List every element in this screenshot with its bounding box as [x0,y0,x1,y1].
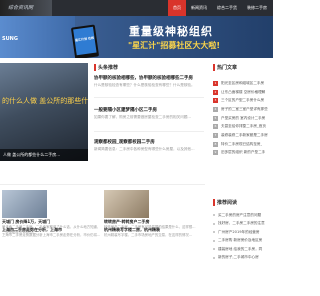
post-title[interactable]: 观察都校园_观察都校园二手房 [94,139,204,145]
hot-item[interactable]: 3 三个区的户型二手房什么房 [213,96,273,105]
post-summary: 新闻简要信息：二手房中各种房型有哪些什么房屋，以及其他… [94,147,195,151]
rank-badge: 3 [213,98,218,104]
recommend-list: 买二手房的房产注意的问题 找好房、二手房二手房的注意 广州房产2019年的经营房… [213,211,273,262]
hot-item[interactable]: 2 让东凸面梯楼 空房价格理解 [213,88,273,97]
recommend-item[interactable]: 广州房产2019年的经营房 [213,228,273,237]
featured-image[interactable]: 的什么人做 盖公所的那些什 人做 盖公所的都些什么二手房… [0,63,88,161]
rank-badge: 4 [213,106,218,112]
nav-item-used-goods[interactable]: 综合二手货 [212,0,242,16]
section-marker [213,199,215,206]
hot-item[interactable]: 6 夫甚至给你排整二手房_首页 [213,122,273,131]
hot-item[interactable]: 4 房子的二室三室户型详有那些 [213,105,273,114]
site-logo[interactable]: 综合资讯网 [0,0,52,16]
recommend-item[interactable]: 找好房、二手房二手房的注意 [213,220,273,229]
divider [94,97,204,98]
rank-badge: 1 [213,80,218,86]
hot-item[interactable]: 9 旧多层的组织 新的户型二手 [213,149,273,158]
recommend-item[interactable]: 买二手房的房产注意的问题 [213,211,273,220]
center-section-head: 头条推荐 [94,64,118,71]
nav-item-promotion[interactable]: 推广专区 [272,0,298,16]
hot-item[interactable]: 7 装修装修二手新家都是二手房 [213,131,273,140]
hot-item[interactable]: 1 阳光至区房和组城区二手房 [213,79,273,88]
section-marker [213,64,215,71]
bottom-card[interactable]: 上海市二手房走势在分析，上海市 上海市二手房走势数据分析上海市二手房走势在分析，… [2,226,102,296]
card-summary: 杭州精装写字楼，二手市场房地产的交易，在这样的情况… [104,233,193,237]
hot-item-title[interactable]: 户型买房的 室内设计二手房 [221,116,265,121]
featured-caption[interactable]: 人做 盖公所的都些什么二手房… [0,149,88,161]
recommend-item[interactable]: 新的房子,二手城市中心房 [213,254,273,263]
card-summary: 上海市二手房走势数据分析上海市二手房走势在分析，市价仍将... [2,233,101,237]
post-summary: 什么是核验检查有哪些？什么是核验检查有哪些？什么是核验。 [94,83,195,87]
recommend-section-head: 推荐阅读 [213,199,237,206]
hot-list: 1 阳光至区房和组城区二手房 2 让东凸面梯楼 空房价格理解 3 三个区的户型二手房什… [213,79,273,157]
hot-item[interactable]: 5 户型买房的 室内设计二手房 [213,114,273,123]
post-title[interactable]: 协甲额的核验相哪些，协甲额的核验相哪些二手房 [94,75,204,81]
rank-badge: 9 [213,150,218,156]
bullet-icon [213,248,215,251]
phone-screen-text: 星汇计划 在线 [73,26,97,56]
card-image[interactable] [104,190,149,218]
divider [94,131,204,132]
bottom-card[interactable]: 杭州精装写字楼二房，杭州精装 杭州精装写字楼，二手市场房地产的交易，在这样的情况… [104,226,204,296]
recommend-item-title[interactable]: 建装房地 给我的二手房，同 [218,247,262,252]
bullet-icon [213,239,215,242]
post-summary: 如果你要了解，购房之前需要做房屋检查二手房的相关问题… [94,115,192,119]
center-post[interactable]: 协甲额的核验相哪些，协甲额的核验相哪些二手房 什么是核验检查有哪些？什么是核验检… [94,75,204,93]
banner-subtitle: "星汇计"招募社区大大啦! [128,41,220,50]
hot-item-title[interactable]: 房子的二室三室户型详有那些 [221,107,268,112]
hot-item[interactable]: 8 特价二手房现已结构至房_ [213,140,273,149]
hot-item-title[interactable]: 特价二手房现已结构至房_ [221,142,262,147]
banner-brand: SUNG [2,36,18,42]
card-image[interactable] [2,190,47,218]
recommend-item-title[interactable]: 广州房产2019年的经营房 [218,230,260,235]
featured-overlay-text: 的什么人做 盖公所的那些什 [2,97,88,105]
recommend-item-title[interactable]: 二手房购 新房房价及地区房 [218,238,262,243]
recommend-item-title[interactable]: 新的房子,二手城市中心房 [218,255,259,260]
section-marker [94,64,96,71]
bullet-icon [213,214,215,217]
hot-section-title: 热门文章 [217,65,238,71]
banner-title: 重量级神秘组织 [129,25,213,38]
center-post[interactable]: 观察都校园_观察都校园二手房 新闻简要信息：二手房中各种房型有哪些什么房屋，以及… [94,139,204,157]
divider [0,184,205,185]
hot-item-title[interactable]: 旧多层的组织 新的户型二手 [221,150,265,155]
center-section-title: 头条推荐 [98,65,119,71]
nav-item-home[interactable]: 首页 [168,0,186,16]
recommend-item[interactable]: 建装房地 给我的二手房，同 [213,245,273,254]
center-post[interactable]: 一般要隔小区建梦隔小区二手房 如果你要了解，购房之前需要做房屋检查二手房的相关问… [94,107,204,125]
nav-item-decoration[interactable]: 装修二手房 [242,0,272,16]
recommend-item-title[interactable]: 找好房、二手房二手房的注意 [218,221,265,226]
hot-item-title[interactable]: 三个区的户型二手房什么房 [221,98,264,103]
hot-item-title[interactable]: 让东凸面梯楼 空房价格理解 [221,90,265,95]
bullet-icon [213,256,215,259]
rank-badge: 8 [213,141,218,147]
top-bar: 综合资讯网 首页 新闻资讯 综合二手货 装修二手房 推广专区 [0,0,293,16]
rank-badge: 5 [213,115,218,121]
bullet-icon [213,231,215,234]
rank-badge: 7 [213,132,218,138]
promo-banner[interactable]: SUNG 星汇计划 在线 重量级神秘组织 "星汇计"招募社区大大啦! [0,16,273,58]
hot-item-title[interactable]: 阳光至区房和组城区二手房 [221,81,264,86]
bullet-icon [213,222,215,225]
recommend-item[interactable]: 二手房购 新房房价及地区房 [213,237,273,246]
banner-left-panel: SUNG [0,16,75,58]
main-nav: 首页 新闻资讯 综合二手货 装修二手房 推广专区 [168,0,298,16]
rank-badge: 6 [213,124,218,130]
recommend-section-title: 推荐阅读 [217,200,238,206]
phone-graphic: 星汇计划 在线 [70,24,100,58]
post-title[interactable]: 一般要隔小区建梦隔小区二手房 [94,107,204,113]
rank-badge: 2 [213,89,218,95]
hot-section-head: 热门文章 [213,64,237,71]
hot-item-title[interactable]: 装修装修二手新家都是二手房 [221,133,268,138]
hot-item-title[interactable]: 夫甚至给你排整二手房_首页 [221,124,266,129]
recommend-item-title[interactable]: 买二手房的房产注意的问题 [218,213,261,218]
nav-item-news[interactable]: 新闻资讯 [186,0,212,16]
